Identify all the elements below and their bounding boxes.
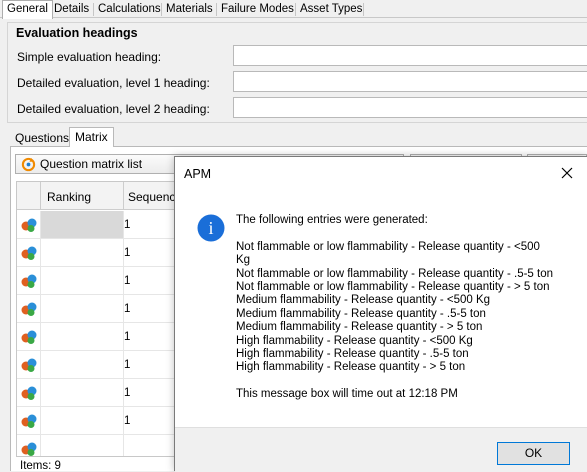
sequence-cell[interactable]: 1 — [124, 387, 130, 399]
ok-button[interactable]: OK — [497, 442, 570, 465]
evaluation-headings-title: Evaluation headings — [16, 26, 138, 40]
detailed-level-2-label: Detailed evaluation, level 2 heading: — [17, 102, 210, 116]
detailed-level-1-heading-input[interactable] — [233, 71, 587, 92]
generated-entry: Medium flammability - Release quantity -… — [236, 307, 486, 320]
ranking-cell[interactable] — [41, 351, 123, 378]
generated-entry: Medium flammability - Release quantity -… — [236, 321, 483, 334]
dialog-title: APM — [184, 167, 212, 181]
tab-questions[interactable]: Questions — [10, 130, 74, 147]
tab-materials[interactable]: Materials — [162, 1, 217, 18]
ranking-cell[interactable] — [41, 323, 123, 350]
sequence-cell[interactable]: 1 — [124, 331, 130, 343]
inner-tab-strip: Questions Matrix — [10, 127, 587, 148]
dialog-footer: OK — [175, 427, 587, 472]
detailed-level-2-heading-input[interactable] — [233, 97, 587, 118]
matrix-entry-icon — [21, 414, 37, 428]
sequence-cell[interactable]: 1 — [124, 359, 130, 371]
evaluation-headings-group: Evaluation headings Simple evaluation he… — [7, 22, 587, 123]
ranking-cell[interactable] — [41, 295, 123, 322]
message-dialog: APM i The following entries were generat… — [174, 156, 587, 472]
matrix-entry-icon — [21, 218, 37, 232]
tab-asset-types[interactable]: Asset Types — [296, 1, 366, 18]
generated-entry: Not flammable or low flammability - Rele… — [236, 240, 540, 267]
matrix-entry-icon — [21, 302, 37, 316]
ranking-cell[interactable] — [41, 211, 123, 238]
matrix-entry-icon — [21, 246, 37, 260]
matrix-entry-icon — [21, 330, 37, 344]
tab-failure-modes[interactable]: Failure Modes — [217, 1, 298, 18]
matrix-entry-icon — [21, 442, 37, 456]
question-matrix-list-label: Question matrix list — [40, 157, 143, 171]
column-separator — [123, 182, 124, 210]
generated-entry: High flammability - Release quantity - .… — [236, 348, 469, 361]
sequence-cell[interactable]: 1 — [124, 303, 130, 315]
sequence-cell[interactable]: 1 — [124, 219, 130, 231]
dialog-timeout-message: This message box will time out at 12:18 … — [236, 388, 458, 401]
ok-button-label: OK — [524, 446, 543, 460]
close-icon[interactable] — [557, 163, 577, 183]
generated-entry: Not flammable or low flammability - Rele… — [236, 267, 554, 280]
items-count: Items: 9 — [20, 460, 61, 472]
tab-general[interactable]: General — [2, 0, 53, 19]
tab-matrix[interactable]: Matrix — [69, 127, 114, 148]
ranking-cell[interactable] — [41, 267, 123, 294]
ranking-cell[interactable] — [41, 435, 123, 456]
sequence-cell[interactable]: 1 — [124, 415, 130, 427]
ranking-cell[interactable] — [41, 407, 123, 434]
ranking-cell[interactable] — [41, 239, 123, 266]
dialog-intro: The following entries were generated: — [236, 214, 428, 226]
dialog-message: The following entries were generated: No… — [236, 214, 581, 402]
top-tab-strip: General Details Calculations Materials F… — [0, 0, 587, 19]
generated-entry: High flammability - Release quantity - >… — [236, 361, 466, 374]
refresh-icon — [21, 157, 36, 172]
generated-entry: Not flammable or low flammability - Rele… — [236, 281, 550, 294]
column-header-ranking[interactable]: Ranking — [47, 190, 91, 204]
tab-calculations[interactable]: Calculations — [94, 1, 165, 18]
tab-separator — [363, 3, 364, 16]
ranking-cell[interactable] — [41, 379, 123, 406]
sequence-cell[interactable]: 1 — [124, 247, 130, 259]
generated-entry: Medium flammability - Release quantity -… — [236, 294, 491, 307]
matrix-entry-icon — [21, 358, 37, 372]
tab-details[interactable]: Details — [50, 1, 93, 18]
info-icon: i — [197, 214, 225, 242]
sequence-cell[interactable]: 1 — [124, 275, 130, 287]
matrix-entry-icon — [21, 274, 37, 288]
info-glyph: i — [208, 218, 213, 238]
column-separator — [40, 182, 41, 210]
matrix-entry-icon — [21, 386, 37, 400]
generated-entry: High flammability - Release quantity - <… — [236, 334, 473, 347]
simple-evaluation-heading-input[interactable] — [233, 45, 587, 66]
simple-evaluation-label: Simple evaluation heading: — [17, 50, 162, 64]
detailed-level-1-label: Detailed evaluation, level 1 heading: — [17, 76, 210, 90]
